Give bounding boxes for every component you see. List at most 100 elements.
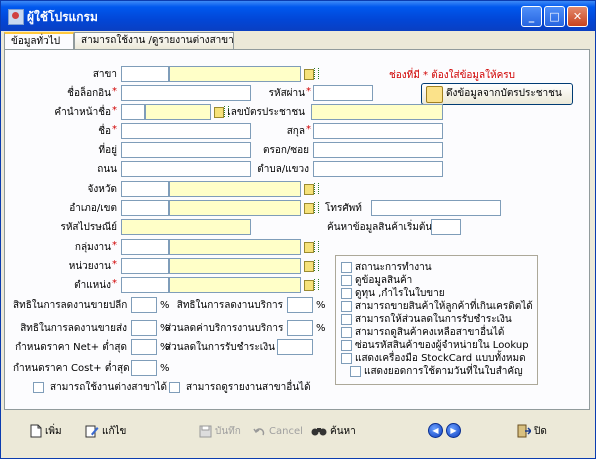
window-title: ผู้ใช้โปรแกรม	[27, 10, 98, 24]
first-name-label: ชื่อ	[98, 126, 111, 137]
position-lookup-icon[interactable]	[304, 278, 319, 292]
min-cost-input[interactable]	[131, 360, 157, 376]
phone-input[interactable]	[371, 200, 501, 216]
cancel-button[interactable]: Cancel	[253, 423, 303, 441]
first-name-required-mark: *	[112, 124, 117, 135]
branch-name-input[interactable]	[169, 66, 301, 82]
district-name-input[interactable]	[169, 200, 301, 216]
service-fee-discount-input[interactable]	[287, 320, 313, 336]
permission-checkbox[interactable]	[341, 340, 352, 351]
app-icon	[8, 9, 24, 25]
unit-lookup-icon[interactable]	[304, 259, 319, 273]
edit-button[interactable]: แก้ไข	[85, 423, 126, 441]
position-name-input[interactable]	[169, 277, 301, 293]
district-code-input[interactable]	[121, 200, 169, 216]
unit-code-input[interactable]	[121, 258, 169, 274]
permission-checkbox[interactable]	[341, 353, 352, 364]
title-bar[interactable]: ผู้ใช้โปรแกรม _ □ ✕	[1, 1, 595, 31]
login-name-input[interactable]	[121, 85, 251, 101]
permission-label: ดูทุน ,กำไรในใบขาย	[355, 288, 445, 299]
province-lookup-icon[interactable]	[304, 182, 319, 196]
close-button[interactable]: ปิด	[517, 423, 547, 441]
id-card-icon	[426, 86, 443, 103]
general-panel: สาขา ช่องที่มี * ต้องใส่ข้อมูลให้ครบ ชื่…	[4, 49, 590, 410]
min-cost-label: กำหนดราคา Cost+ ต่ำสุด	[13, 363, 130, 374]
permission-label: สามารถให้ส่วนลดในการรับชำระเงิน	[355, 314, 512, 325]
subdistrict-input[interactable]	[313, 161, 443, 177]
add-button[interactable]: เพิ่ม	[30, 423, 62, 441]
min-net-label: กำหนดราคา Net+ ต่ำสุด	[15, 342, 127, 353]
province-name-input[interactable]	[169, 181, 301, 197]
group-code-input[interactable]	[121, 239, 169, 255]
road-input[interactable]	[121, 161, 251, 177]
unit-name-input[interactable]	[169, 258, 301, 274]
service-discount-input[interactable]	[287, 297, 313, 313]
maximize-button[interactable]: □	[544, 6, 565, 27]
permission-checkbox[interactable]	[341, 301, 352, 312]
wholesale-discount-input[interactable]	[131, 320, 157, 336]
other-branch-report-checkbox[interactable]	[169, 382, 180, 393]
postcode-label: รหัสไปรษณีย์	[60, 222, 117, 233]
permission-label: สถานะการทำงาน	[355, 262, 432, 273]
district-lookup-icon[interactable]	[304, 201, 319, 215]
last-name-input[interactable]	[313, 123, 443, 139]
postcode-input[interactable]	[121, 219, 251, 235]
first-name-input[interactable]	[121, 123, 251, 139]
edit-label: แก้ไข	[102, 426, 127, 437]
wholesale-discount-label: สิทธิในการลดงานขายส่ง	[20, 323, 127, 334]
id-card-input[interactable]	[311, 104, 443, 120]
payment-discount-label: ส่วนลดในการรับชำระเงิน	[165, 342, 275, 353]
branch-lookup-icon[interactable]	[304, 67, 319, 81]
prefix-code-input[interactable]	[121, 104, 145, 120]
permission-checkbox[interactable]	[341, 314, 352, 325]
previous-record-icon[interactable]: ◀	[428, 423, 443, 438]
cancel-label: Cancel	[269, 426, 303, 437]
login-required-mark: *	[112, 86, 117, 97]
edit-document-icon	[85, 425, 99, 438]
branch-code-input[interactable]	[121, 66, 169, 82]
permission-label: แสดงยอดการใช้ตามวันที่ในใบสำคัญ	[364, 366, 523, 377]
minimize-button[interactable]: _	[521, 6, 542, 27]
read-id-card-button[interactable]: ดึงข้อมูลจากบัตรประชาชน	[421, 83, 573, 105]
password-input[interactable]	[313, 85, 373, 101]
search-button[interactable]: ค้นหา	[311, 423, 356, 441]
position-required-mark: *	[112, 278, 117, 289]
address-label: ที่อยู่	[98, 145, 117, 156]
min-net-input[interactable]	[131, 339, 157, 355]
permission-checkbox[interactable]	[341, 327, 352, 338]
service-fee-discount-label: ส่วนลดค่าบริการงานบริการ	[165, 323, 284, 334]
permission-label: สามารถขายสินค้าให้ลูกค้าที่เกินเครดิตได้	[355, 301, 533, 312]
group-name-input[interactable]	[169, 239, 301, 255]
position-code-input[interactable]	[121, 277, 169, 293]
permission-checkbox[interactable]	[341, 288, 352, 299]
permission-checkbox[interactable]	[341, 262, 352, 273]
new-document-icon	[30, 424, 42, 438]
cross-branch-use-checkbox[interactable]	[33, 382, 44, 393]
province-code-input[interactable]	[121, 181, 169, 197]
address-input[interactable]	[121, 142, 251, 158]
tab-general[interactable]: ข้อมูลทั่วไป	[4, 32, 74, 50]
payment-discount-input[interactable]	[277, 339, 313, 355]
retail-discount-label: สิทธิในการลดงานขายปลีก	[13, 300, 128, 311]
prefix-name-input[interactable]	[145, 104, 211, 120]
permission-checkbox[interactable]	[341, 275, 352, 286]
min-cost-percent: %	[160, 363, 170, 374]
prefix-lookup-icon[interactable]	[214, 105, 229, 119]
other-branch-report-label: สามารถดูรายงานสาขาอื่นได้	[186, 382, 311, 393]
alley-input[interactable]	[313, 142, 443, 158]
last-name-required-mark: *	[306, 124, 311, 135]
service-fee-percent: %	[316, 323, 326, 334]
close-window-button[interactable]: ✕	[567, 6, 588, 27]
retail-discount-input[interactable]	[131, 297, 157, 313]
tab-cross-branch[interactable]: สามารถใช้งาน /ดูรายงานต่างสาขา	[74, 32, 234, 49]
last-name-label: สกุล	[286, 126, 305, 137]
next-record-icon[interactable]: ▶	[446, 423, 461, 438]
save-button[interactable]: บันทึก	[199, 423, 241, 441]
group-lookup-icon[interactable]	[304, 240, 319, 254]
search-label: ค้นหา	[330, 426, 356, 437]
user-window: ผู้ใช้โปรแกรม _ □ ✕ ข้อมูลทั่วไป สามารถใ…	[0, 0, 596, 459]
search-start-input[interactable]	[431, 219, 461, 235]
permission-checkbox[interactable]	[350, 366, 361, 377]
password-label: รหัสผ่าน	[268, 88, 305, 99]
road-label: ถนน	[97, 164, 117, 175]
